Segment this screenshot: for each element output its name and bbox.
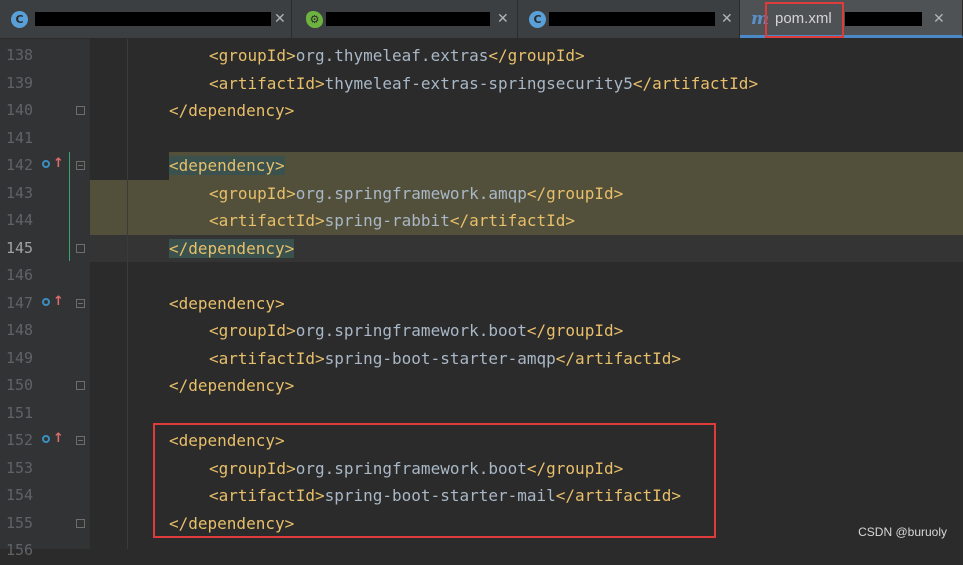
xml-tag: <artifactId>: [209, 211, 325, 230]
xml-tag: </groupId>: [526, 321, 624, 340]
editor-tab-1[interactable]: C ✕: [0, 0, 292, 38]
xml-tag: </dependency>: [169, 238, 295, 258]
close-icon[interactable]: ✕: [274, 10, 286, 28]
xml-text: org.springframework.boot: [295, 321, 527, 340]
code-line[interactable]: 149 <artifactId>spring-boot-starter-amqp<…: [0, 345, 963, 373]
code-text: </dependency>: [169, 235, 295, 263]
code-text: </dependency>: [169, 97, 294, 125]
line-number: 142: [6, 156, 34, 174]
xml-tag: <dependency>: [169, 156, 285, 175]
fold-toggle-icon[interactable]: [76, 518, 85, 528]
code-line[interactable]: 140 </dependency>: [0, 97, 963, 125]
xml-tag: </artifactId>: [449, 211, 576, 230]
code-text: <artifactId>spring-rabbit</artifactId>: [209, 207, 575, 235]
xml-tag: <groupId>: [209, 321, 296, 340]
xml-tag: <artifactId>: [209, 348, 325, 368]
code-line[interactable]: 145 </dependency>: [0, 235, 963, 263]
line-number: 144: [6, 211, 34, 229]
java-class-icon: C: [529, 11, 546, 28]
line-number: 153: [6, 458, 34, 477]
code-line[interactable]: 139 <artifactId>thymeleaf-extras-springse…: [0, 70, 963, 98]
xml-tag: </artifactId>: [632, 73, 759, 93]
code-text: <groupId>org.springframework.boot</group…: [209, 317, 623, 345]
line-number: 150: [6, 376, 34, 394]
line-number: 155: [6, 513, 34, 532]
navigate-up-icon[interactable]: ↑: [53, 155, 64, 173]
xml-tag: <dependency>: [169, 293, 285, 313]
close-icon[interactable]: ✕: [497, 10, 509, 28]
line-number: 141: [6, 128, 34, 147]
code-line[interactable]: 147 ↑ <dependency>: [0, 290, 963, 318]
fold-toggle-icon[interactable]: [76, 381, 85, 390]
java-class-icon: C: [11, 11, 28, 28]
xml-tag: <groupId>: [209, 46, 296, 65]
xml-tag: </dependency>: [169, 101, 295, 120]
code-line[interactable]: 138 <groupId>org.thymeleaf.extras</groupI…: [0, 42, 963, 70]
code-line[interactable]: 142 ↑ <dependency>: [0, 152, 963, 180]
line-number: 156: [6, 541, 34, 559]
xml-text: spring-rabbit: [324, 211, 450, 230]
code-line[interactable]: 146: [0, 262, 963, 290]
spring-boot-icon: ⚙: [306, 11, 323, 28]
code-text: <groupId>org.thymeleaf.extras</groupId>: [209, 42, 585, 70]
line-number: 148: [6, 321, 34, 339]
xml-text: thymeleaf-extras-springsecurity5: [324, 73, 633, 93]
fold-toggle-icon[interactable]: [76, 436, 85, 445]
code-line[interactable]: 156: [0, 537, 963, 565]
line-number: 143: [6, 183, 34, 202]
line-number: 149: [6, 348, 34, 367]
code-text: <artifactId>thymeleaf-extras-springsecur…: [209, 70, 758, 98]
line-number: 152: [6, 431, 34, 449]
line-number: 146: [6, 266, 34, 284]
line-number: 154: [6, 486, 34, 504]
annotation-box-pom-tab: [765, 2, 844, 38]
code-text: <dependency>: [169, 290, 285, 318]
xml-tag: <artifactId>: [209, 73, 325, 93]
close-icon[interactable]: ✕: [721, 10, 733, 28]
annotation-box-mail-dependency: [153, 423, 716, 538]
fold-toggle-icon[interactable]: [76, 161, 85, 170]
xml-tag: </artifactId>: [555, 348, 682, 368]
navigate-up-icon[interactable]: ↑: [53, 430, 64, 448]
xml-tag: </groupId>: [526, 183, 624, 203]
implement-marker-icon[interactable]: [42, 435, 50, 443]
code-text: <groupId>org.springframework.amqp</group…: [209, 180, 623, 208]
navigate-up-icon[interactable]: ↑: [53, 293, 64, 311]
code-line[interactable]: 143 <groupId>org.springframework.amqp</gr…: [0, 180, 963, 208]
redacted-tab-title: [845, 12, 922, 26]
redacted-tab-title: [549, 12, 715, 26]
xml-tag: </groupId>: [488, 46, 585, 65]
xml-tag: </dependency>: [169, 376, 295, 395]
line-number: 151: [6, 403, 34, 422]
code-line[interactable]: 144 <artifactId>spring-rabbit</artifactId…: [0, 207, 963, 235]
fold-toggle-icon[interactable]: [76, 243, 85, 253]
implement-marker-icon[interactable]: [42, 160, 50, 168]
line-number: 145: [6, 238, 34, 257]
line-number: 140: [6, 101, 34, 119]
line-number: 139: [6, 73, 34, 92]
code-text: <artifactId>spring-boot-starter-amqp</ar…: [209, 345, 681, 373]
redacted-tab-title: [35, 12, 271, 26]
editor-tab-2[interactable]: ⚙ ✕: [292, 0, 518, 38]
xml-tag: <groupId>: [209, 183, 296, 203]
xml-text: spring-boot-starter-amqp: [324, 348, 556, 368]
code-text: <dependency>: [169, 152, 285, 180]
line-number: 147: [6, 293, 34, 312]
code-line[interactable]: 150 </dependency>: [0, 372, 963, 400]
editor-tab-3[interactable]: C ✕: [518, 0, 740, 38]
implement-marker-icon[interactable]: [42, 297, 50, 306]
fold-toggle-icon[interactable]: [76, 106, 85, 115]
code-line[interactable]: 141: [0, 125, 963, 153]
fold-toggle-icon[interactable]: [76, 298, 85, 308]
xml-text: org.springframework.amqp: [295, 183, 527, 203]
xml-text: org.thymeleaf.extras: [295, 46, 489, 65]
close-icon[interactable]: ✕: [933, 10, 945, 28]
line-number: 138: [6, 46, 34, 64]
watermark: CSDN @buruoly: [858, 525, 947, 539]
code-line[interactable]: 148 <groupId>org.springframework.boot</gr…: [0, 317, 963, 345]
redacted-tab-title: [326, 12, 490, 26]
code-text: </dependency>: [169, 372, 294, 400]
